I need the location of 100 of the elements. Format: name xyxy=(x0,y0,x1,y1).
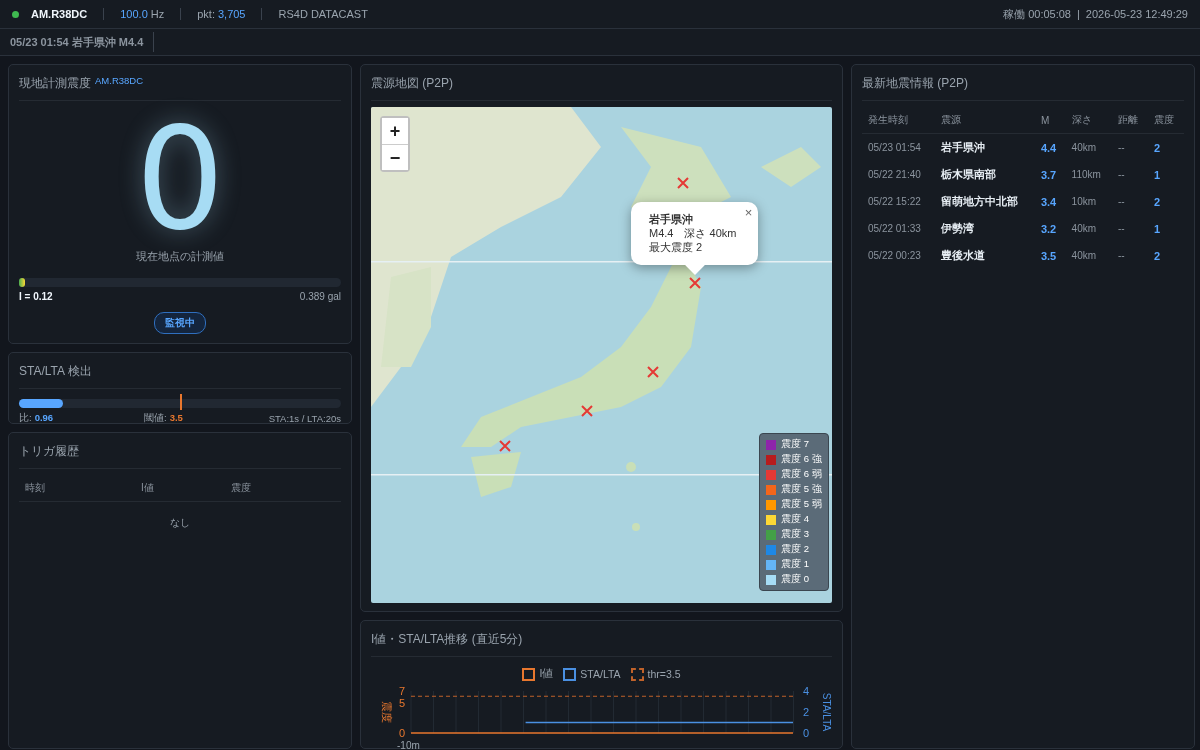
epicenter-marker-icon[interactable] xyxy=(647,366,659,378)
column-header: 震源 xyxy=(934,107,1035,134)
ratio-label: 比: xyxy=(19,412,32,425)
column-header: I値 xyxy=(134,475,226,502)
axis-tick-label: 5 xyxy=(398,697,405,709)
rate-unit: Hz xyxy=(150,8,165,20)
table-cell-text: 2 xyxy=(1153,248,1162,264)
panel-title: 最新地震情報 (P2P) xyxy=(862,75,968,92)
legend-label: 震度 2 xyxy=(781,543,809,556)
table-cell-text: -- xyxy=(1117,222,1126,236)
table-cell-text: 05/22 15:22 xyxy=(867,195,922,209)
threshold-value: 3.5 xyxy=(169,412,183,425)
legend-label: 震度 5 弱 xyxy=(781,498,822,511)
table-cell-text: 3.7 xyxy=(1039,167,1058,183)
separator: | xyxy=(1077,8,1080,20)
column-header: 時刻 xyxy=(19,475,135,502)
axis-tick-label: 0 xyxy=(803,727,810,739)
axis-tick-label: 7 xyxy=(398,685,405,697)
column-header: 震度 xyxy=(1148,107,1184,134)
legend-label: 震度 1 xyxy=(781,558,809,571)
epicenter-marker-icon[interactable] xyxy=(581,405,593,417)
panel-title: トリガ履歴 xyxy=(19,443,79,460)
legend-entry[interactable]: thr=3.5 xyxy=(630,667,681,681)
legend-label: 震度 6 強 xyxy=(781,453,822,466)
uptime-value: 00:05:08 xyxy=(1028,8,1071,20)
table-cell: 05/23 01:54 xyxy=(862,133,935,161)
table-cell-text: 110km xyxy=(1070,168,1102,182)
table-cell-text: 1 xyxy=(1153,167,1162,183)
sample-rate: 100.0 xyxy=(120,8,148,20)
table-cell-text: -- xyxy=(1117,195,1126,209)
legend-label: 震度 4 xyxy=(781,513,809,526)
station-link[interactable]: AM.R38DC xyxy=(95,75,144,92)
table-cell-text: 2 xyxy=(1153,194,1162,210)
ratio-value: 0.96 xyxy=(34,412,54,425)
table-cell: 2 xyxy=(1148,133,1184,161)
table-cell: 4.4 xyxy=(1034,133,1066,161)
table-cell-text: 栃木県南部 xyxy=(939,167,997,182)
close-button[interactable]: × xyxy=(744,205,753,220)
legend-label: 震度 3 xyxy=(781,528,809,541)
i-value: I = 0.12 xyxy=(19,291,53,302)
zoom-out-button[interactable]: − xyxy=(382,144,408,170)
table-cell-text: 05/22 01:33 xyxy=(867,222,922,236)
legend-label: 震度 6 弱 xyxy=(781,468,822,481)
axis-title: STA/LTA xyxy=(821,692,831,732)
table-cell-text: 40km xyxy=(1070,222,1098,236)
clock: 2026-05-23 12:49:29 xyxy=(1085,8,1188,20)
column-header: 発生時刻 xyxy=(862,107,935,134)
intensity-caption: 現在地点の計測値 xyxy=(135,249,225,264)
window-settings: STA:1s / LTA:20s xyxy=(268,413,341,424)
panel-title: I値・STA/LTA推移 (直近5分) xyxy=(371,631,523,648)
intensity-value: 0 xyxy=(134,113,226,247)
popup-title: 岩手県沖 xyxy=(649,212,694,226)
popup-intensity: 最大震度 2 xyxy=(649,240,704,254)
epicenter-marker-icon[interactable] xyxy=(689,277,701,289)
table-cell-text: 豊後水道 xyxy=(939,248,986,263)
table-cell-text: 40km xyxy=(1070,249,1098,263)
table-cell: 岩手県沖 xyxy=(934,133,1035,161)
status-badge: 監視中 xyxy=(154,312,206,334)
table-cell-text: 10km xyxy=(1070,195,1098,209)
axis-title: 震度 xyxy=(381,701,393,723)
table-cell-text: 05/22 21:40 xyxy=(867,168,922,182)
panel-title: 震源地図 (P2P) xyxy=(371,75,453,92)
packet-label: pkt: xyxy=(197,8,215,20)
column-header: 震度 xyxy=(225,475,341,502)
uptime-label: 稼働 xyxy=(1003,6,1026,22)
axis-tick-label: 0 xyxy=(398,727,405,739)
station-name: AM.R38DC xyxy=(31,8,88,20)
threshold-label: 閾値: xyxy=(144,412,167,425)
epicenter-marker-icon[interactable] xyxy=(499,440,511,452)
table-cell-text: 3.5 xyxy=(1039,248,1058,264)
column-header: 深さ xyxy=(1065,107,1112,134)
panel-title: 現地計測震度 xyxy=(19,75,91,92)
table-cell-text: -- xyxy=(1117,168,1126,182)
legend-entry[interactable]: I値 xyxy=(522,667,554,681)
table-cell-text: 3.2 xyxy=(1039,221,1058,237)
packet-count: 3,705 xyxy=(217,8,246,20)
empty-message: なし xyxy=(169,516,191,530)
axis-tick-label: -10m xyxy=(397,740,420,750)
column-header: M xyxy=(1034,107,1066,134)
legend-label: 震度 7 xyxy=(781,438,809,451)
epicenter-marker-icon[interactable] xyxy=(677,177,689,189)
table-cell-text: 3.4 xyxy=(1039,194,1058,210)
table-cell-text: 留萌地方中北部 xyxy=(939,194,1019,209)
legend-entry[interactable]: STA/LTA xyxy=(563,667,621,681)
table-cell: 40km xyxy=(1065,133,1112,161)
legend-label: 震度 5 強 xyxy=(781,483,822,496)
legend-label: 震度 0 xyxy=(781,573,809,586)
table-cell-text: 1 xyxy=(1153,221,1162,237)
table-cell-text: 05/22 00:23 xyxy=(867,249,922,263)
latest-quake-text: 05/23 01:54 岩手県沖 M4.4 xyxy=(10,32,155,52)
axis-tick-label: 2 xyxy=(803,706,810,718)
acceleration-value: 0.389 gal xyxy=(299,291,341,302)
source-name: RS4D DATACAST xyxy=(278,8,368,20)
panel-title: STA/LTA 検出 xyxy=(19,363,92,380)
table-cell: -- xyxy=(1112,133,1148,161)
table-cell-text: 伊勢湾 xyxy=(939,221,975,236)
table-cell-text: -- xyxy=(1117,249,1126,263)
popup-details: M4.4 深さ 40km xyxy=(649,226,737,240)
axis-tick-label: 4 xyxy=(803,685,810,697)
column-header: 距離 xyxy=(1112,107,1148,134)
